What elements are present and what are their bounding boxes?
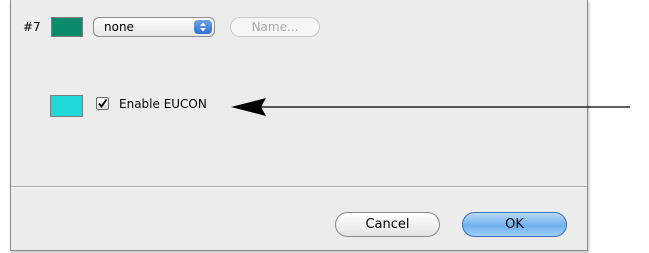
enable-eucon-label: Enable EUCON: [119, 97, 207, 111]
dialog: #7 none Name... Enable EUCON Cancel OK: [10, 0, 588, 251]
cancel-button[interactable]: Cancel: [335, 212, 440, 237]
name-button[interactable]: Name...: [230, 17, 320, 37]
checkmark-icon: [98, 98, 108, 108]
ok-button[interactable]: OK: [462, 212, 567, 237]
color-swatch[interactable]: [51, 17, 83, 37]
enable-eucon-checkbox[interactable]: [96, 97, 109, 110]
eucon-color-swatch[interactable]: [50, 95, 83, 117]
row-number-label: #7: [23, 20, 41, 34]
up-down-arrows-icon: [194, 20, 212, 34]
popup-value: none: [104, 20, 134, 34]
separator: [11, 186, 587, 187]
assignment-popup[interactable]: none: [93, 17, 215, 37]
